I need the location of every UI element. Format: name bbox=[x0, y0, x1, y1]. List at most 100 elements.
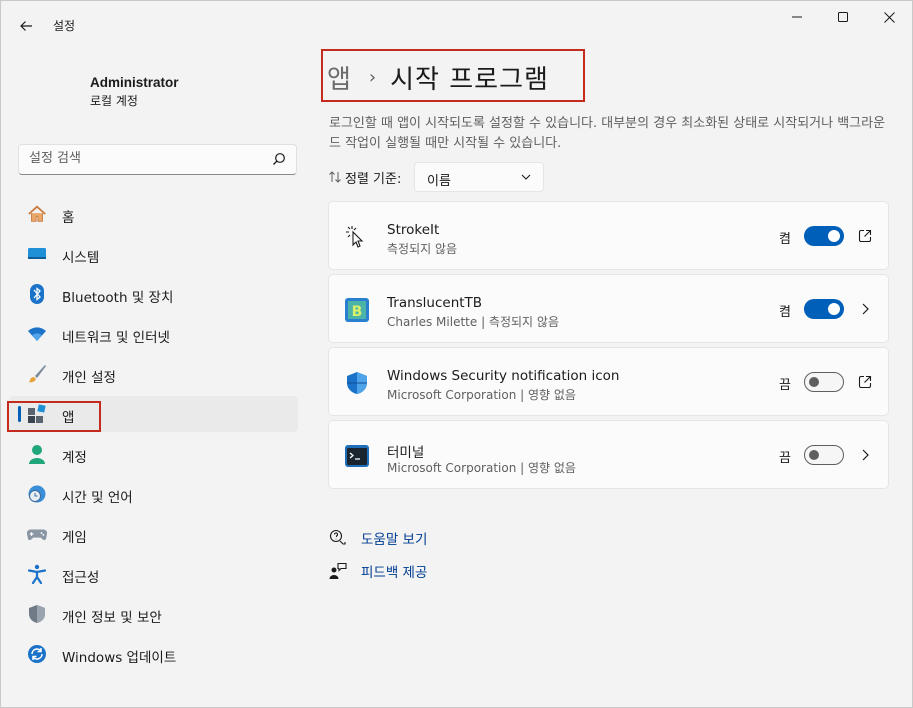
sidebar-item-personalization[interactable]: 개인 설정 bbox=[9, 356, 298, 392]
search-box[interactable] bbox=[18, 144, 297, 175]
app-publisher-impact: Charles Milette | 측정되지 않음 bbox=[387, 315, 559, 329]
maximize-button[interactable] bbox=[820, 1, 866, 33]
chevron-down-icon bbox=[521, 174, 531, 180]
close-icon bbox=[883, 11, 895, 23]
sidebar-item-privacy[interactable]: 개인 정보 및 보안 bbox=[9, 596, 298, 632]
page-description: 로그인할 때 앱이 시작되도록 설정할 수 있습니다. 대부분의 경우 최소화된… bbox=[329, 116, 886, 151]
get-help-label[interactable]: 도움말 보기 bbox=[361, 528, 427, 548]
sidebar-item-label: 시스템 bbox=[62, 250, 100, 266]
minimize-button[interactable] bbox=[774, 1, 820, 33]
toggle-state-label: 켬 bbox=[779, 232, 791, 247]
sidebar-item-label: 시간 및 언어 bbox=[62, 490, 133, 506]
sidebar-item-label: 홈 bbox=[62, 210, 75, 226]
system-icon bbox=[27, 244, 47, 264]
toggle-knob bbox=[809, 450, 819, 460]
give-feedback-link[interactable]: 피드백 제공 bbox=[328, 554, 427, 587]
startup-app-card: Windows Security notification icon Micro… bbox=[328, 347, 889, 416]
app-name: Windows Security notification icon bbox=[387, 368, 620, 384]
sidebar-item-gaming[interactable]: 게임 bbox=[9, 516, 298, 552]
sidebar-item-label: 게임 bbox=[62, 530, 87, 546]
give-feedback-label[interactable]: 피드백 제공 bbox=[361, 561, 427, 581]
sidebar-item-accessibility[interactable]: 접근성 bbox=[9, 556, 298, 592]
open-external-icon[interactable] bbox=[856, 227, 874, 245]
sidebar-item-windows-update[interactable]: Windows 업데이트 bbox=[9, 636, 298, 672]
globe-clock-icon bbox=[27, 484, 47, 504]
startup-toggle[interactable] bbox=[804, 299, 844, 319]
sort-icon bbox=[329, 171, 341, 183]
startup-app-card[interactable]: 터미널 Microsoft Corporation | 영향 없음 끔 bbox=[328, 420, 889, 489]
app-publisher-impact: Microsoft Corporation | 영향 없음 bbox=[387, 388, 576, 402]
sort-label: 정렬 기준: bbox=[345, 171, 402, 187]
sidebar-item-time-language[interactable]: 시간 및 언어 bbox=[9, 476, 298, 512]
accessibility-icon bbox=[27, 564, 47, 584]
maximize-icon bbox=[838, 12, 848, 22]
startup-toggle[interactable] bbox=[804, 445, 844, 465]
minimize-icon bbox=[792, 16, 802, 18]
settings-window: 설정 Administrator 로컬 계정 설정 검색 홈 시스템 Bluet… bbox=[0, 0, 913, 708]
update-icon bbox=[27, 644, 47, 664]
profile-account-type: 로컬 계정 bbox=[90, 94, 138, 108]
paintbrush-icon bbox=[27, 364, 47, 384]
strokeit-icon bbox=[344, 224, 370, 250]
toggle-state-label: 끔 bbox=[779, 451, 791, 466]
search-icon bbox=[273, 153, 285, 165]
title-bar: 설정 bbox=[1, 1, 912, 49]
sidebar-item-label: Windows 업데이트 bbox=[62, 650, 177, 666]
translucenttb-icon: B bbox=[344, 297, 370, 323]
sidebar-item-home[interactable]: 홈 bbox=[9, 196, 298, 232]
startup-app-card[interactable]: B TranslucentTB Charles Milette | 측정되지 않… bbox=[328, 274, 889, 343]
sidebar-nav: 홈 시스템 Bluetooth 및 장치 네트워크 및 인터넷 개인 설정 앱 … bbox=[9, 196, 298, 676]
help-links: 도움말 보기 피드백 제공 bbox=[328, 521, 427, 587]
terminal-icon bbox=[344, 443, 370, 469]
sort-value: 이름 bbox=[427, 174, 451, 189]
toggle-knob bbox=[828, 230, 840, 242]
app-impact: 측정되지 않음 bbox=[387, 242, 458, 256]
sidebar-item-system[interactable]: 시스템 bbox=[9, 236, 298, 272]
sidebar-item-label: 계정 bbox=[62, 450, 87, 466]
app-name: StrokeIt bbox=[387, 222, 440, 238]
search-input[interactable] bbox=[29, 151, 259, 166]
sort-row: 정렬 기준: 이름 bbox=[328, 162, 544, 192]
startup-app-card: StrokeIt 측정되지 않음 켬 bbox=[328, 201, 889, 270]
open-external-icon[interactable] bbox=[856, 373, 874, 391]
app-name: TranslucentTB bbox=[387, 295, 483, 311]
sidebar-item-label: 접근성 bbox=[62, 570, 100, 586]
sidebar-item-label: 개인 설정 bbox=[62, 370, 116, 386]
back-arrow-icon bbox=[20, 21, 32, 31]
sidebar-item-accounts[interactable]: 계정 bbox=[9, 436, 298, 472]
get-help-link[interactable]: 도움말 보기 bbox=[328, 521, 427, 554]
shield-icon bbox=[27, 604, 47, 624]
title-highlight-box bbox=[321, 49, 585, 102]
startup-toggle[interactable] bbox=[804, 372, 844, 392]
sort-dropdown[interactable]: 이름 bbox=[414, 162, 544, 192]
chevron-right-icon[interactable] bbox=[856, 300, 874, 318]
chevron-right-icon[interactable] bbox=[856, 446, 874, 464]
profile-name: Administrator bbox=[90, 75, 179, 90]
sidebar-item-network[interactable]: 네트워크 및 인터넷 bbox=[9, 316, 298, 352]
app-publisher-impact: Microsoft Corporation | 영향 없음 bbox=[387, 461, 576, 475]
toggle-state-label: 끔 bbox=[779, 378, 791, 393]
toggle-knob bbox=[809, 377, 819, 387]
close-button[interactable] bbox=[866, 1, 912, 33]
sidebar-item-bluetooth[interactable]: Bluetooth 및 장치 bbox=[9, 276, 298, 312]
user-profile[interactable]: Administrator 로컬 계정 bbox=[25, 61, 285, 121]
help-icon bbox=[328, 528, 348, 548]
sidebar-item-label: Bluetooth 및 장치 bbox=[62, 290, 174, 306]
sidebar-item-label: 네트워크 및 인터넷 bbox=[62, 330, 170, 346]
gamepad-icon bbox=[27, 524, 47, 544]
apps-highlight-box bbox=[7, 401, 101, 432]
toggle-state-label: 켬 bbox=[779, 305, 791, 320]
home-icon bbox=[27, 204, 47, 224]
feedback-icon bbox=[328, 561, 348, 581]
wifi-icon bbox=[27, 324, 47, 344]
person-icon bbox=[27, 444, 47, 464]
svg-text:B: B bbox=[352, 304, 363, 320]
back-button[interactable] bbox=[13, 13, 39, 39]
bluetooth-icon bbox=[27, 284, 47, 304]
app-name: 터미널 bbox=[387, 445, 425, 461]
windows-security-icon bbox=[344, 370, 370, 396]
sidebar-item-label: 개인 정보 및 보안 bbox=[62, 610, 162, 626]
window-title: 설정 bbox=[53, 19, 76, 33]
startup-toggle[interactable] bbox=[804, 226, 844, 246]
toggle-knob bbox=[828, 303, 840, 315]
